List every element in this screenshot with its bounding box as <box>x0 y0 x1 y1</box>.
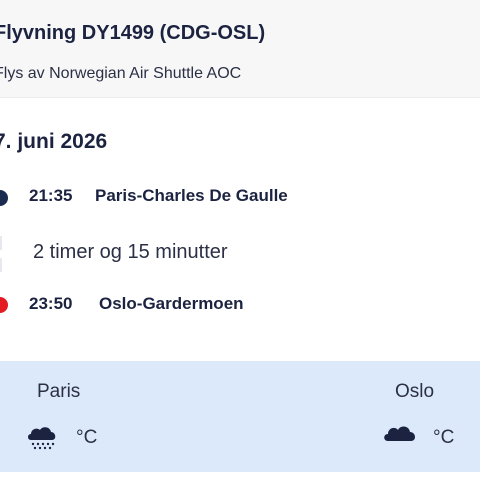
flight-duration: 2 timer og 15 minutter <box>33 241 228 263</box>
departure-airport: Paris-Charles De Gaulle <box>95 186 288 205</box>
arrival-airport: Oslo-Gardermoen <box>99 294 244 313</box>
flight-title: Flyvning DY1499 (CDG-OSL) <box>0 22 266 44</box>
arrival-dot-icon <box>0 297 8 313</box>
flight-header: Flyvning DY1499 (CDG-OSL) Flys av Norweg… <box>0 0 480 98</box>
flight-date: 7. juni 2026 <box>0 130 108 153</box>
route-line <box>0 236 2 250</box>
rain-cloud-icon <box>28 427 56 450</box>
cloud-icon <box>384 426 416 441</box>
operator-text: Flys av Norwegian Air Shuttle AOC <box>0 65 242 82</box>
route-line <box>0 258 2 272</box>
destination-temperature: °C <box>433 427 455 448</box>
origin-city: Paris <box>37 381 81 402</box>
departure-time: 21:35 <box>29 186 73 205</box>
departure-dot-icon <box>0 190 8 206</box>
weather-panel: Paris °C Oslo °C <box>0 361 480 472</box>
origin-temperature: °C <box>76 427 98 448</box>
destination-city: Oslo <box>395 381 435 402</box>
arrival-time: 23:50 <box>29 294 73 313</box>
